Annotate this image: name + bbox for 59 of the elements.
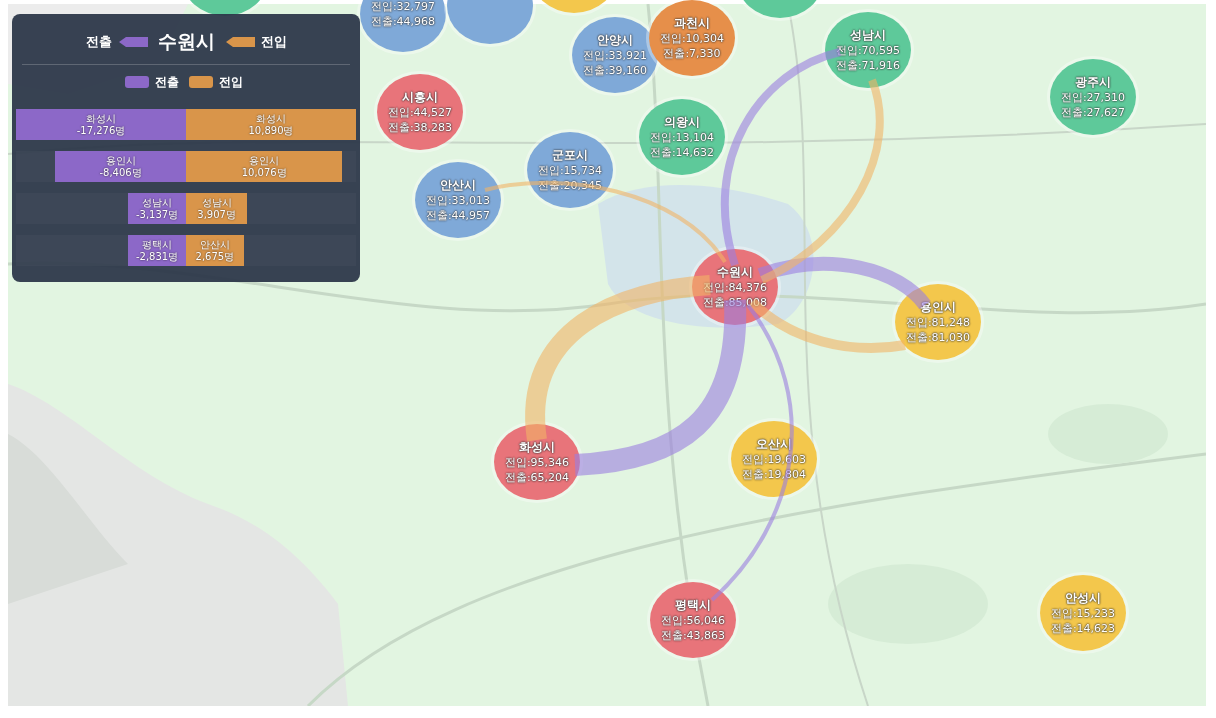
migration-count: 전입:13,104 [649, 129, 715, 145]
city-name: 안성시 [1065, 590, 1101, 606]
legend-label: 전출 [155, 73, 179, 91]
migration-count: 전입:56,046 [660, 612, 726, 628]
migration-count: 전출:71,916 [835, 57, 901, 73]
migration-count: 전출:14,623 [1050, 620, 1116, 636]
outflow-label: 전출 [85, 33, 112, 51]
migration-count: 전입:95,346 [504, 454, 570, 470]
city-name: 광주시 [1075, 74, 1111, 90]
inflow-bar: 용인시 10,076명 [186, 151, 343, 182]
outflow-bar: 화성시 -17,276명 [16, 109, 186, 140]
city-name: 안양시 [597, 32, 633, 48]
migration-count: 전출:20,345 [537, 177, 603, 193]
outflow-bar: 평택시 -2,831명 [128, 235, 186, 266]
migration-count: 전출:39,160 [582, 62, 648, 78]
city-name: 수원시 [717, 264, 753, 280]
migration-count: 전입:33,921 [582, 47, 648, 63]
migration-count: 전출:81,030 [905, 329, 971, 345]
migration-count: 전입:27,310 [1060, 89, 1126, 105]
city-name: 화성시 [519, 439, 555, 455]
migration-count: 전출:27,627 [1060, 104, 1126, 120]
migration-count: 전입:33,013 [425, 192, 491, 208]
city-name: 오산시 [756, 436, 792, 452]
migration-count: 전입:81,248 [905, 314, 971, 330]
inflow-bar: 성남시 3,907명 [186, 193, 248, 224]
inflow-bar: 화성시 10,890명 [186, 109, 356, 140]
outflow-bar: 성남시 -3,137명 [128, 193, 186, 224]
migration-count: 전출:44,968 [370, 14, 436, 29]
migration-count: 전출:65,204 [504, 469, 570, 485]
arrow-icon [224, 36, 255, 48]
migration-count: 전출:19,804 [741, 466, 807, 482]
migration-count: 전입:19,603 [741, 451, 807, 467]
migration-count: 전입:15,233 [1050, 605, 1116, 621]
migration-count: 전입:10,304 [659, 30, 725, 46]
panel-title: 수원시 [157, 29, 215, 54]
migration-count: 전출:43,863 [660, 627, 726, 643]
city-name: 성남시 [850, 27, 886, 43]
arrow-icon [117, 36, 148, 48]
migration-count: 전입:15,734 [537, 162, 603, 178]
city-name: 의왕시 [664, 114, 700, 130]
migration-count: 전입:70,595 [835, 42, 901, 58]
city-name: 시흥시 [402, 89, 438, 105]
migration-count: 전출:7,330 [663, 45, 721, 61]
inflow-bar: 안산시 2,675명 [186, 235, 244, 266]
legend-label: 전입 [219, 73, 243, 91]
city-name: 안산시 [440, 177, 476, 193]
migration-count: 전출:38,283 [387, 119, 453, 135]
city-name: 용인시 [920, 299, 956, 315]
migration-count: 전출:85,008 [702, 294, 768, 310]
migration-count: 전출:14,632 [649, 144, 715, 160]
migration-count: 전입:44,527 [387, 104, 453, 120]
migration-count: 전출:44,957 [425, 207, 491, 223]
outflow-bar: 용인시 -8,406명 [55, 151, 186, 182]
city-name: 평택시 [675, 597, 711, 613]
city-name: 군포시 [552, 147, 588, 163]
city-name: 과천시 [674, 15, 710, 31]
migration-count: 전입:32,797 [370, 0, 436, 14]
migration-count: 전입:84,376 [702, 279, 768, 295]
inflow-label: 전입 [260, 33, 287, 51]
